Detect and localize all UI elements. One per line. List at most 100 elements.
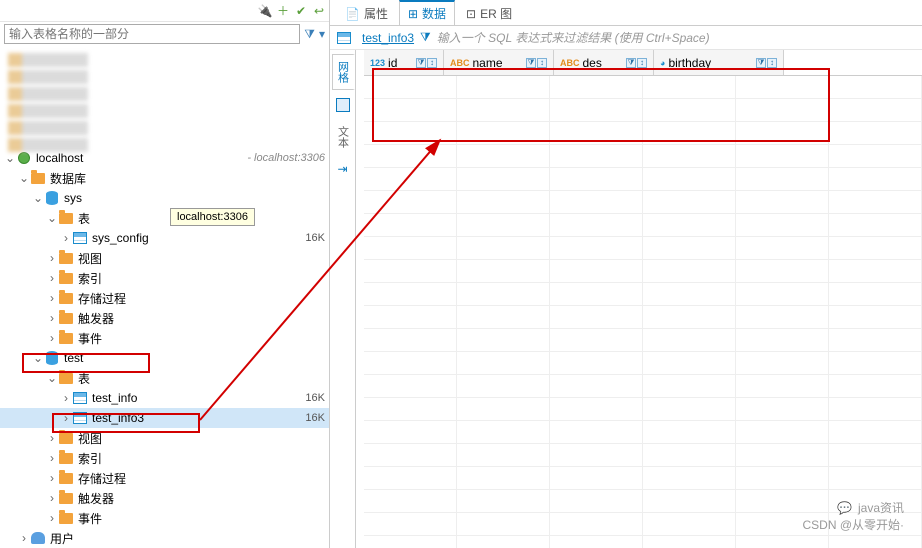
sys-tables-node[interactable]: ⌄ 表 xyxy=(0,208,329,228)
chevron-down-icon[interactable]: ⌄ xyxy=(18,171,30,185)
test-indexes-node[interactable]: › 索引 xyxy=(0,448,329,468)
chevron-right-icon[interactable]: › xyxy=(46,251,58,265)
chevron-right-icon[interactable]: › xyxy=(60,231,72,245)
plug-icon[interactable]: 🔌 xyxy=(259,5,271,17)
chevron-down-icon[interactable]: ⌄ xyxy=(46,211,58,225)
folder-icon xyxy=(58,370,74,386)
chevron-right-icon[interactable]: › xyxy=(46,431,58,445)
folder-icon xyxy=(58,310,74,326)
column-header-name[interactable]: ABC name ⧩↕ xyxy=(444,50,554,75)
table-size: 16K xyxy=(305,392,325,404)
text-mode-icon[interactable]: ⇥ xyxy=(337,162,347,176)
folder-icon xyxy=(58,510,74,526)
users-node[interactable]: › 用户 xyxy=(0,528,329,548)
filter-dropdown-icon[interactable]: ▾ xyxy=(319,27,325,41)
folder-icon xyxy=(58,490,74,506)
string-type-icon: ABC xyxy=(450,58,470,68)
folder-icon xyxy=(58,210,74,226)
chevron-right-icon[interactable]: › xyxy=(46,491,58,505)
side-tab-text[interactable]: 文本 xyxy=(333,120,353,154)
filter-toggle-icon[interactable]: ⧩ xyxy=(420,30,431,45)
chevron-right-icon[interactable]: › xyxy=(46,471,58,485)
test-events-node[interactable]: › 事件 xyxy=(0,508,329,528)
db-sys-node[interactable]: ⌄ sys xyxy=(0,188,329,208)
chevron-down-icon[interactable]: ⌄ xyxy=(46,371,58,385)
filter-expression-input[interactable]: 输入一个 SQL 表达式来过滤结果 (使用 Ctrl+Space) xyxy=(437,29,710,46)
commit-icon[interactable]: ✔ xyxy=(295,5,307,17)
databases-node[interactable]: ⌄ 数据库 xyxy=(0,168,329,188)
grid-mode-icon[interactable] xyxy=(336,98,350,112)
filter-btn-icon[interactable]: ⧩ xyxy=(756,58,766,68)
table-icon xyxy=(72,230,88,246)
table-size: 16K xyxy=(305,412,325,424)
sort-btn-icon[interactable]: ↕ xyxy=(537,58,547,68)
navigator-tree: ⌄ localhost - localhost:3306 ⌄ 数据库 ⌄ sys… xyxy=(0,146,329,548)
sort-btn-icon[interactable]: ↕ xyxy=(637,58,647,68)
connection-label: localhost xyxy=(36,151,241,165)
filter-btn-icon[interactable]: ⧩ xyxy=(526,58,536,68)
tab-er[interactable]: ⊡ ER 图 xyxy=(457,1,521,25)
string-type-icon: ABC xyxy=(560,58,580,68)
number-type-icon: 123 xyxy=(370,58,385,68)
folder-icon xyxy=(58,270,74,286)
folder-icon xyxy=(58,290,74,306)
table-icon xyxy=(336,30,352,46)
users-icon xyxy=(30,530,46,546)
chevron-right-icon[interactable]: › xyxy=(46,271,58,285)
filter-btn-icon[interactable]: ⧩ xyxy=(416,58,426,68)
test-info3-node[interactable]: › test_info3 16K xyxy=(0,408,329,428)
add-icon[interactable]: ＋ xyxy=(277,5,289,17)
blurred-tree-area xyxy=(0,46,329,146)
search-input[interactable] xyxy=(4,24,300,44)
table-size: 16K xyxy=(305,232,325,244)
sort-btn-icon[interactable]: ↕ xyxy=(767,58,777,68)
table-icon xyxy=(72,410,88,426)
chevron-right-icon[interactable]: › xyxy=(46,311,58,325)
column-header-id[interactable]: 123 id ⧩↕ xyxy=(364,50,444,75)
folder-icon xyxy=(30,170,46,186)
filter-btn-icon[interactable]: ⧩ xyxy=(626,58,636,68)
db-test-node[interactable]: ⌄ test xyxy=(0,348,329,368)
rollback-icon[interactable]: ↩ xyxy=(313,5,325,17)
chevron-right-icon[interactable]: › xyxy=(46,511,58,525)
chevron-right-icon[interactable]: › xyxy=(18,531,30,545)
tab-properties[interactable]: 📄 属性 xyxy=(336,1,397,25)
test-views-node[interactable]: › 视图 xyxy=(0,428,329,448)
chevron-right-icon[interactable]: › xyxy=(60,391,72,405)
chevron-right-icon[interactable]: › xyxy=(46,331,58,345)
chevron-right-icon[interactable]: › xyxy=(46,451,58,465)
folder-icon xyxy=(58,330,74,346)
test-info-node[interactable]: › test_info 16K xyxy=(0,388,329,408)
folder-icon xyxy=(58,250,74,266)
grid-body-empty[interactable] xyxy=(364,76,922,548)
test-triggers-node[interactable]: › 触发器 xyxy=(0,488,329,508)
date-type-icon: ◕ xyxy=(660,58,665,68)
chevron-down-icon[interactable]: ⌄ xyxy=(32,191,44,205)
connection-icon xyxy=(16,150,32,166)
sort-btn-icon[interactable]: ↕ xyxy=(427,58,437,68)
sys-triggers-node[interactable]: › 触发器 xyxy=(0,308,329,328)
column-header-birthday[interactable]: ◕ birthday ⧩↕ xyxy=(654,50,784,75)
tab-data[interactable]: ⊞ 数据 xyxy=(399,0,455,25)
chevron-down-icon[interactable]: ⌄ xyxy=(4,151,16,165)
sys-procedures-node[interactable]: › 存储过程 xyxy=(0,288,329,308)
test-procedures-node[interactable]: › 存储过程 xyxy=(0,468,329,488)
table-icon xyxy=(72,390,88,406)
active-table-name[interactable]: test_info3 xyxy=(362,31,414,45)
sys-config-node[interactable]: › sys_config 16K xyxy=(0,228,329,248)
left-toolbar: 🔌 ＋ ✔ ↩ xyxy=(0,0,329,22)
editor-tabs: 📄 属性 ⊞ 数据 ⊡ ER 图 xyxy=(330,0,922,26)
chevron-down-icon[interactable]: ⌄ xyxy=(32,351,44,365)
folder-icon xyxy=(58,450,74,466)
filter-icon[interactable]: ⧩ xyxy=(304,27,315,42)
tooltip: localhost:3306 xyxy=(170,208,255,226)
sys-events-node[interactable]: › 事件 xyxy=(0,328,329,348)
column-header-des[interactable]: ABC des ⧩↕ xyxy=(554,50,654,75)
chevron-right-icon[interactable]: › xyxy=(46,291,58,305)
chevron-right-icon[interactable]: › xyxy=(60,411,72,425)
sys-views-node[interactable]: › 视图 xyxy=(0,248,329,268)
side-tab-grid[interactable]: 网格 xyxy=(332,54,355,90)
data-grid[interactable]: 123 id ⧩↕ ABC name ⧩↕ ABC des ⧩↕ xyxy=(356,50,922,548)
sys-indexes-node[interactable]: › 索引 xyxy=(0,268,329,288)
test-tables-node[interactable]: ⌄ 表 xyxy=(0,368,329,388)
